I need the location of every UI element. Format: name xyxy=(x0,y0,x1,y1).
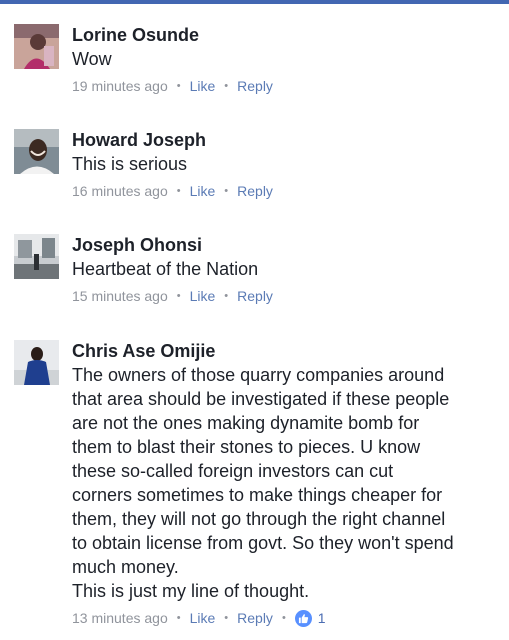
reaction-count[interactable]: 1 xyxy=(318,608,326,628)
avatar-image xyxy=(14,340,59,385)
separator-dot: • xyxy=(176,185,181,197)
like-button[interactable]: Like xyxy=(190,608,216,628)
separator-dot: • xyxy=(176,612,181,624)
avatar[interactable] xyxy=(14,129,59,174)
reply-button[interactable]: Reply xyxy=(237,76,273,96)
comment-text-line: them, they will not go through the right… xyxy=(72,509,446,529)
comment-meta: 16 minutes ago • Like • Reply xyxy=(72,181,502,201)
comment-text: Wow xyxy=(72,47,502,71)
comment-timestamp[interactable]: 16 minutes ago xyxy=(72,181,168,201)
comment-text-line: Heartbeat of the Nation xyxy=(72,259,259,279)
comment-text: This is serious xyxy=(72,152,502,176)
comment-author[interactable]: Howard Joseph xyxy=(72,129,502,151)
avatar[interactable] xyxy=(14,24,59,69)
reply-button[interactable]: Reply xyxy=(237,286,273,306)
comment-timestamp[interactable]: 15 minutes ago xyxy=(72,286,168,306)
like-button[interactable]: Like xyxy=(190,286,216,306)
comment-text-line: to obtain license from govt. So they won… xyxy=(72,533,454,553)
top-bar xyxy=(0,0,509,4)
comment-author[interactable]: Chris Ase Omijie xyxy=(72,340,502,362)
like-button[interactable]: Like xyxy=(190,181,216,201)
comment-author[interactable]: Joseph Ohonsi xyxy=(72,234,502,256)
comment-text-line: that area should be investigated if thes… xyxy=(72,389,450,409)
avatar-image xyxy=(14,24,59,69)
comment-text-line: This is serious xyxy=(72,154,188,174)
comment-text: The owners of those quarry companies aro… xyxy=(72,363,502,603)
separator-dot: • xyxy=(176,80,181,92)
comment-text-line: The owners of those quarry companies aro… xyxy=(72,365,445,385)
comment-meta: 19 minutes ago • Like • Reply xyxy=(72,76,502,96)
separator-dot: • xyxy=(224,80,229,92)
separator-dot: • xyxy=(224,290,229,302)
reply-button[interactable]: Reply xyxy=(237,181,273,201)
separator-dot: • xyxy=(224,612,229,624)
comment-text-line: these so-called foreign investors can cu… xyxy=(72,461,394,481)
avatar-image xyxy=(14,234,59,279)
comment-author[interactable]: Lorine Osunde xyxy=(72,24,502,46)
separator-dot: • xyxy=(176,290,181,302)
avatar[interactable] xyxy=(14,234,59,279)
comment-text: Heartbeat of the Nation xyxy=(72,257,502,281)
avatar[interactable] xyxy=(14,340,59,385)
avatar-image xyxy=(14,129,59,174)
comment-timestamp[interactable]: 13 minutes ago xyxy=(72,608,168,628)
comment-text-line: corners sometimes to make things cheaper… xyxy=(72,485,443,505)
separator-dot: • xyxy=(224,185,229,197)
comment-text-line: This is just my line of thought. xyxy=(72,581,310,601)
separator-dot: • xyxy=(281,612,286,624)
comment-timestamp[interactable]: 19 minutes ago xyxy=(72,76,168,96)
comment-meta: 13 minutes ago • Like • Reply • 1 xyxy=(72,608,502,628)
comment-text-line: Wow xyxy=(72,49,112,69)
like-button[interactable]: Like xyxy=(190,76,216,96)
comment-text-line: them to blast their stones to pieces. U … xyxy=(72,437,421,457)
comment-text-line: are not the ones making dynamite bomb fo… xyxy=(72,413,420,433)
comment-text-line: much money. xyxy=(72,557,179,577)
reply-button[interactable]: Reply xyxy=(237,608,273,628)
thumbs-up-icon[interactable] xyxy=(294,609,312,627)
comment-meta: 15 minutes ago • Like • Reply xyxy=(72,286,502,306)
